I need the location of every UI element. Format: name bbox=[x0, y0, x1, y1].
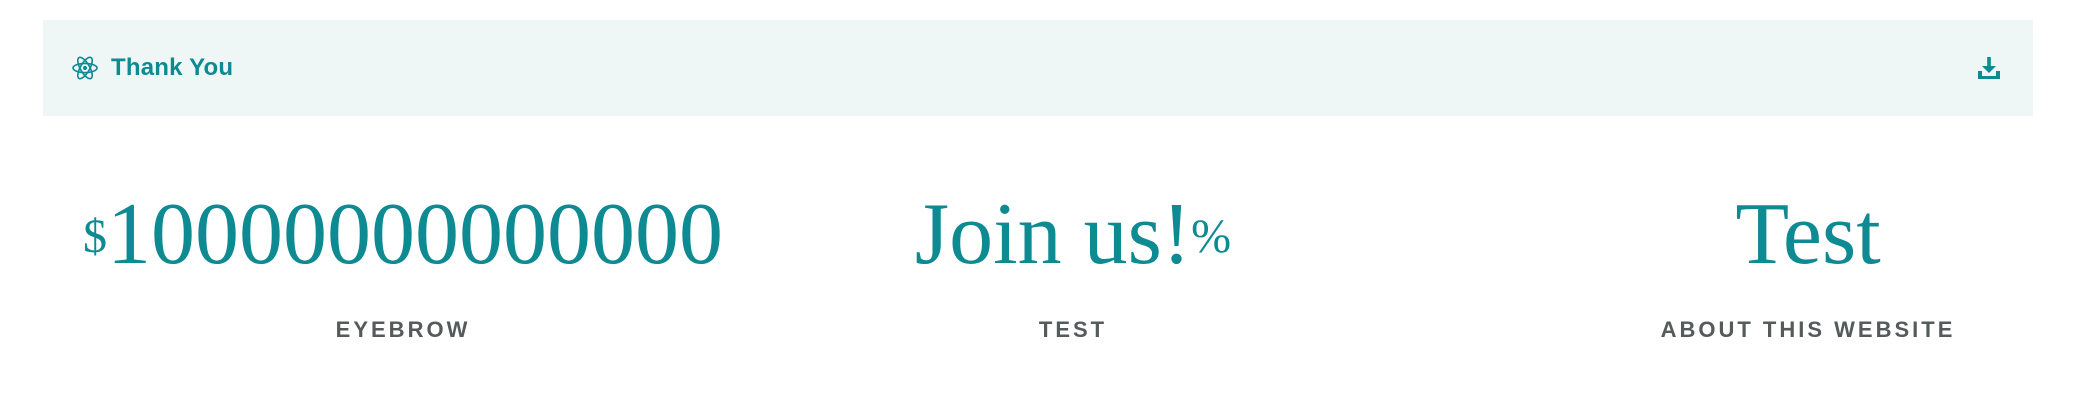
stat-number: Test bbox=[1735, 186, 1881, 283]
stat-label: ABOUT THIS WEBSITE bbox=[1660, 317, 1956, 342]
stat-number: Join us! bbox=[914, 186, 1192, 283]
banner-heading: Thank You bbox=[71, 54, 233, 82]
stat-about: Test ABOUT THIS WEBSITE bbox=[1513, 180, 2089, 343]
download-icon[interactable] bbox=[1974, 53, 2004, 83]
stat-eyebrow: $10000000000000 EYEBROW bbox=[43, 180, 763, 343]
atom-icon bbox=[71, 54, 99, 82]
stat-label: EYEBROW bbox=[335, 317, 471, 342]
stat-value: Join us!% bbox=[863, 180, 1283, 290]
thank-you-banner: Thank You bbox=[43, 20, 2033, 116]
stat-value: Test bbox=[1513, 180, 2089, 290]
stat-value: $10000000000000 bbox=[43, 180, 763, 290]
stats-row: $10000000000000 EYEBROW Join us!% TEST T… bbox=[43, 180, 2033, 380]
stat-suffix: % bbox=[1191, 210, 1232, 263]
banner-title: Thank You bbox=[111, 54, 234, 81]
stat-test: Join us!% TEST bbox=[863, 180, 1283, 343]
stat-number: 10000000000000 bbox=[107, 186, 723, 283]
stat-label: TEST bbox=[1038, 317, 1108, 342]
stat-prefix: $ bbox=[83, 210, 107, 263]
